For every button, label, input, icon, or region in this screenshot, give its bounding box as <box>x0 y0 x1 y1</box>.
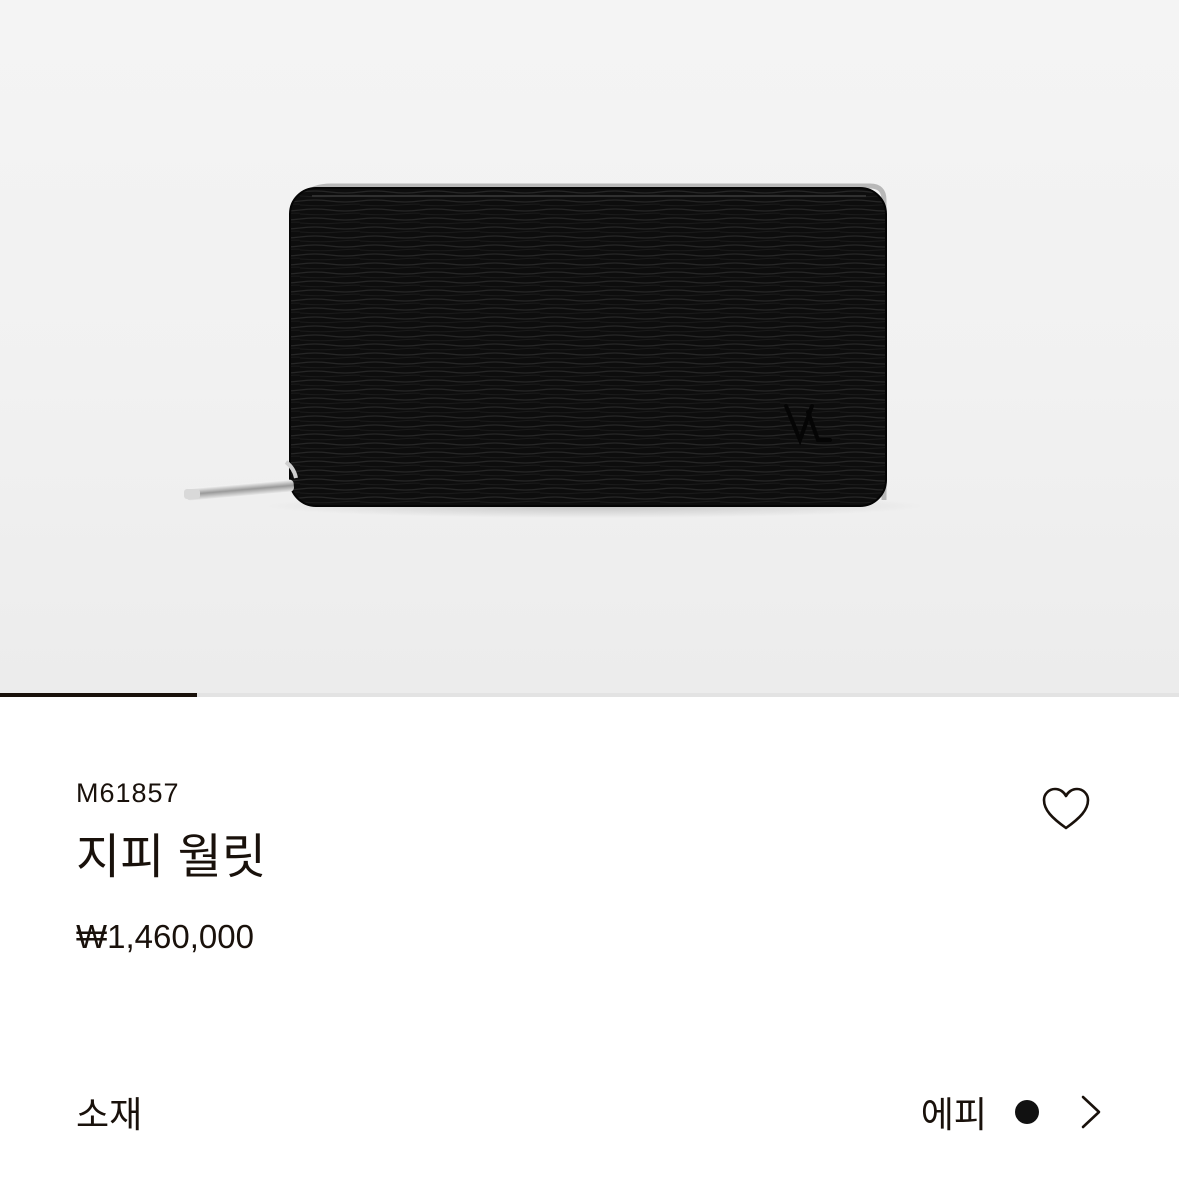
wishlist-button[interactable] <box>1040 786 1092 832</box>
product-image <box>184 183 925 518</box>
material-current: 에피 <box>921 1086 1103 1138</box>
product-image-gallery[interactable] <box>0 0 1179 695</box>
material-swatch <box>1015 1100 1039 1124</box>
product-title: 지피 월릿 <box>76 831 266 884</box>
heart-outline-icon <box>1042 787 1090 830</box>
gallery-progress-bar <box>0 693 1179 697</box>
material-selector[interactable]: 소재 에피 <box>76 1082 1103 1142</box>
product-sku: M61857 <box>76 778 180 808</box>
gallery-progress-fill <box>0 693 197 697</box>
material-value: 에피 <box>920 1094 987 1135</box>
product-price: ₩1,460,000 <box>76 918 254 955</box>
material-label: 소재 <box>76 1094 143 1135</box>
wallet-body <box>290 188 886 506</box>
chevron-right-icon <box>1081 1095 1101 1129</box>
zipper-pull <box>184 460 298 501</box>
